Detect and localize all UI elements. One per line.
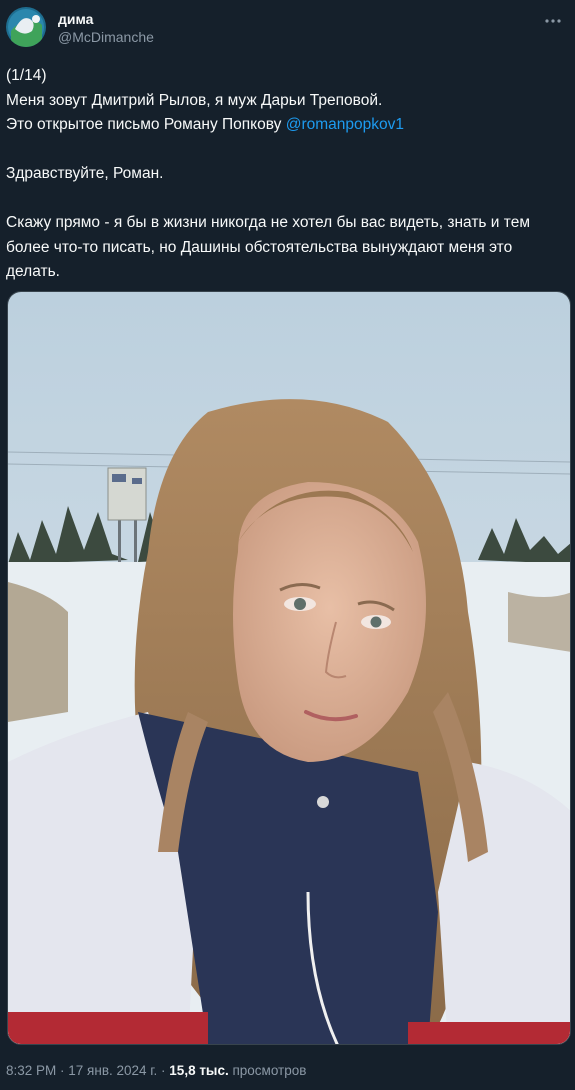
tweet-meta: 8:32 PM · 17 янв. 2024 г. · 15,8 тыс. пр…: [6, 1063, 306, 1078]
separator: ·: [56, 1063, 69, 1078]
text-line: (1/14): [6, 67, 47, 84]
mention-link[interactable]: @romanpopkov1: [286, 116, 404, 133]
display-name[interactable]: дима: [58, 10, 154, 28]
text-line: более что-то писать, но Дашины обстоятел…: [6, 238, 513, 256]
text-line: Скажу прямо - я бы в жизни никогда не хо…: [6, 214, 530, 231]
views-count[interactable]: 15,8 тыс.: [169, 1063, 228, 1078]
tweet-header: дима @McDimanche: [6, 7, 565, 51]
text-line: делать.: [6, 263, 60, 280]
views-label: просмотров: [228, 1063, 307, 1078]
tweet-date[interactable]: 17 янв. 2024 г.: [68, 1063, 157, 1078]
text-segment: Это открытое письмо Роману Попкову: [6, 116, 286, 133]
text-line: Меня зовут Дмитрий Рылов, я муж Дарьи Тр…: [6, 91, 383, 109]
more-dots-icon[interactable]: [543, 11, 563, 31]
text-line: Здравствуйте, Роман.: [6, 165, 164, 182]
tweet-text: (1/14) Меня зовут Дмитрий Рылов, я муж Д…: [6, 64, 561, 285]
tweet-photo[interactable]: [7, 291, 571, 1045]
avatar[interactable]: [6, 7, 46, 47]
tweet-time[interactable]: 8:32 PM: [6, 1063, 56, 1078]
tweet: дима @McDimanche (1/14) Меня зовут Дмитр…: [0, 0, 575, 1090]
user-handle[interactable]: @McDimanche: [58, 28, 154, 46]
separator: ·: [157, 1063, 170, 1078]
author-names: дима @McDimanche: [58, 10, 154, 46]
text-line: Это открытое письмо Роману Попкову @roma…: [6, 113, 561, 138]
